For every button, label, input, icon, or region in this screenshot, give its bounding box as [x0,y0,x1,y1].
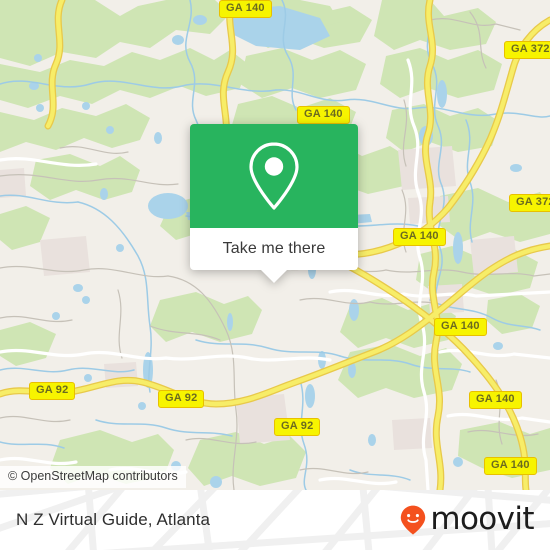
road-shield: GA 140 [434,318,487,336]
popup-card-pointer [261,270,287,283]
road-shield: GA 92 [29,382,76,400]
popup-card-header [190,124,358,228]
location-popup-card[interactable]: Take me there [190,124,358,283]
moovit-wordmark: moovit [430,500,534,537]
map-attribution[interactable]: © OpenStreetMap contributors [0,466,186,488]
map-canvas[interactable]: GA 140 GA 372 GA 140 GA 372 GA 140 GA 140 GA 9… [0,0,550,490]
footer-bar: N Z Virtual Guide, Atlanta moovit [0,490,550,550]
road-shield: GA 372 [504,41,550,59]
road-shield: GA 140 [297,106,350,124]
road-shield: GA 140 [469,391,522,409]
road-shield: GA 140 [393,228,446,246]
moovit-brand[interactable]: moovit [400,490,535,550]
location-pin-icon [249,142,299,210]
page-title: N Z Virtual Guide, Atlanta [16,510,211,529]
popup-card-action[interactable]: Take me there [190,228,358,283]
moovit-map-screenshot: GA 140 GA 372 GA 140 GA 372 GA 140 GA 140 GA 9… [0,0,550,550]
moovit-smiley-pin-icon [401,505,426,535]
road-shield: GA 140 [219,0,272,18]
road-shield: GA 372 [509,194,550,212]
take-me-there-label: Take me there [222,240,326,257]
road-shield: GA 92 [274,418,321,436]
road-shield: GA 92 [158,390,205,408]
road-shield: GA 140 [484,457,537,475]
